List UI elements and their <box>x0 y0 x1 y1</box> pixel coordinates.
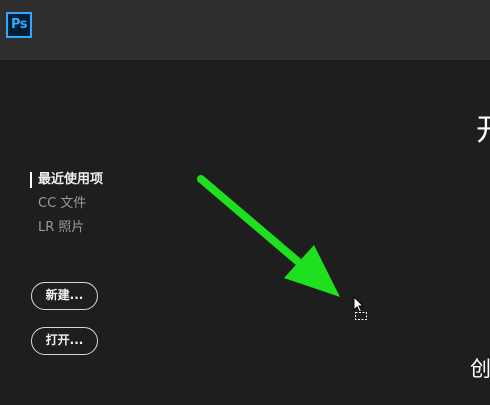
thumbnail-preview <box>325 394 485 405</box>
copy-cursor-icon <box>353 296 367 320</box>
arrow-annotation-icon <box>197 175 340 297</box>
